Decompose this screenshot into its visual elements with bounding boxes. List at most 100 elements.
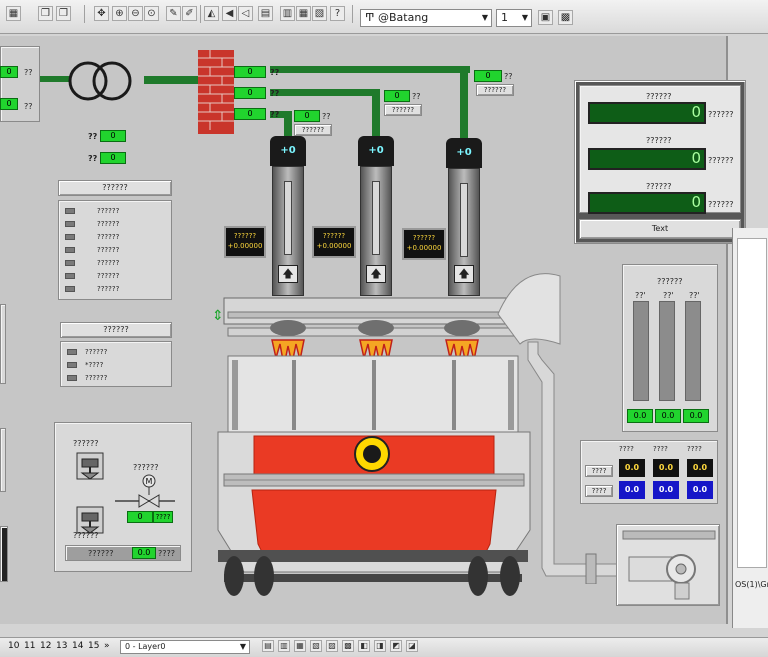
pump-icon bbox=[622, 530, 716, 600]
list-item[interactable]: *???? bbox=[67, 361, 103, 369]
line-style-icon[interactable]: ▣ bbox=[538, 10, 553, 25]
draw-icon[interactable]: ✎ bbox=[166, 6, 181, 21]
align-icon[interactable]: ◪ bbox=[406, 640, 418, 652]
align-icon[interactable]: ▥ bbox=[278, 640, 290, 652]
electrode-column: 🡅 bbox=[448, 168, 480, 296]
align-icon[interactable]: ◧ bbox=[358, 640, 370, 652]
tag-label-1: ?? bbox=[322, 112, 331, 121]
level-bar-3 bbox=[685, 301, 701, 401]
page-tab[interactable]: 12 bbox=[40, 641, 51, 651]
value-table: ???? ???? ???? ???? ???? 0.0 0.0 0.0 0.0… bbox=[580, 440, 718, 504]
list-item[interactable]: ?????? bbox=[67, 348, 107, 356]
table-cell: 0.0 bbox=[687, 459, 713, 477]
electrode-value: +0.00000 bbox=[316, 242, 352, 250]
align-icon[interactable]: ▧ bbox=[310, 640, 322, 652]
layer-select[interactable]: 0 - Layer0 ▼ bbox=[120, 640, 250, 654]
feed-value-1: 0 bbox=[234, 66, 266, 78]
feed-value-3: 0 bbox=[234, 108, 266, 120]
table-icon[interactable]: ▥ bbox=[280, 6, 295, 21]
electrode-reading-3: +0 bbox=[446, 138, 482, 168]
page-tab[interactable]: 10 bbox=[8, 641, 19, 651]
list-item[interactable]: ?????? bbox=[65, 259, 119, 267]
brick-wall-icon bbox=[198, 50, 234, 134]
table-header-2: ???? bbox=[653, 445, 668, 453]
electrode-column: 🡅 bbox=[272, 166, 304, 296]
align-icon[interactable]: ▤ bbox=[262, 640, 274, 652]
meter-unit-1: ?????? bbox=[708, 110, 734, 119]
ungroup-icon[interactable]: ❐ bbox=[56, 6, 71, 21]
electrode-reading-1: +0 bbox=[270, 136, 306, 166]
zoom-in-icon[interactable]: ⊕ bbox=[112, 6, 127, 21]
align-icon[interactable]: ◨ bbox=[374, 640, 386, 652]
zoom-out-icon[interactable]: ⊖ bbox=[128, 6, 143, 21]
list-item[interactable]: ?????? bbox=[65, 246, 119, 254]
list-item[interactable]: ?????? bbox=[65, 207, 119, 215]
pump-panel bbox=[616, 524, 720, 606]
align-icon[interactable]: ◩ bbox=[390, 640, 402, 652]
up-arrow-button[interactable]: 🡅 bbox=[278, 265, 298, 283]
tree-view[interactable] bbox=[737, 238, 767, 568]
motor-symbol: M bbox=[146, 477, 153, 486]
left-edge-stub-2 bbox=[0, 428, 6, 492]
pair-label-2: ?? bbox=[88, 154, 98, 163]
page-tab[interactable]: 15 bbox=[88, 641, 99, 651]
valve-bottom-bar: ?????? 0.0 ???? bbox=[65, 545, 181, 561]
font-select[interactable]: Ͳ @Batang ▼ bbox=[360, 9, 492, 27]
grid-icon[interactable]: ▦ bbox=[296, 6, 311, 21]
tag-label-2: ?? bbox=[412, 92, 421, 101]
arrow-right-icon[interactable]: ◁ bbox=[238, 6, 253, 21]
electrode-label: ?????? bbox=[322, 232, 346, 240]
tag-box-2: ?????? bbox=[384, 104, 422, 116]
list-item[interactable]: ?????? bbox=[65, 272, 119, 280]
zoom-fit-icon[interactable]: ⊙ bbox=[144, 6, 159, 21]
valve-bottom-label: ?????? bbox=[88, 549, 114, 558]
electrode-1: +0 🡅 bbox=[270, 136, 306, 302]
tool-icon[interactable]: ✐ bbox=[182, 6, 197, 21]
pair-value-1: 0 bbox=[100, 130, 126, 142]
arrow-left-icon[interactable]: ◀ bbox=[222, 6, 237, 21]
page-tab[interactable]: 13 bbox=[56, 641, 67, 651]
bar-panel: ?????? ??' ??' ??' 0.0 0.0 0.0 bbox=[622, 264, 718, 432]
valve-panel: ?????? ?????? M 0 ???? ?????? ?????? 0.0… bbox=[54, 422, 192, 572]
properties-icon[interactable]: ▧ bbox=[312, 6, 327, 21]
feed-label-2: ?? bbox=[270, 89, 280, 98]
electrode-value: +0.00000 bbox=[227, 242, 263, 250]
text-button[interactable]: Text bbox=[579, 219, 741, 239]
up-arrow-button[interactable]: 🡅 bbox=[366, 265, 386, 283]
layer-icon[interactable]: ▤ bbox=[258, 6, 273, 21]
level-bar-1 bbox=[633, 301, 649, 401]
up-arrow-button[interactable]: 🡅 bbox=[454, 265, 474, 283]
electrode-2: +0 🡅 bbox=[358, 136, 394, 302]
size-select[interactable]: 1 ▼ bbox=[496, 9, 532, 27]
help-icon[interactable]: ? bbox=[330, 6, 345, 21]
tag-value-1: 0 bbox=[294, 110, 320, 122]
electrode-reading-2: +0 bbox=[358, 136, 394, 166]
chevron-right-icon[interactable]: » bbox=[104, 641, 110, 651]
align-icon[interactable]: ▩ bbox=[342, 640, 354, 652]
list-item[interactable]: ?????? bbox=[65, 285, 119, 293]
triangle-icon[interactable]: ◭ bbox=[204, 6, 219, 21]
transformer-icon bbox=[68, 61, 132, 101]
electrode-label: ?????? bbox=[233, 232, 257, 240]
fill-style-icon[interactable]: ▩ bbox=[558, 10, 573, 25]
left-edge-stub-1 bbox=[0, 304, 6, 384]
table-cell: 0.0 bbox=[619, 459, 645, 477]
valve-bottom-value: 0.0 bbox=[132, 547, 156, 559]
align-icon[interactable]: ▨ bbox=[326, 640, 338, 652]
list-item[interactable]: ?????? bbox=[65, 233, 119, 241]
tag-box-3: ?????? bbox=[476, 84, 514, 96]
meter-title-3: ?????? bbox=[646, 182, 672, 191]
list-item[interactable]: ?????? bbox=[65, 220, 119, 228]
pointer-icon[interactable]: ▦ bbox=[6, 6, 21, 21]
align-icon[interactable]: ▦ bbox=[294, 640, 306, 652]
tag-value-3: 0 bbox=[474, 70, 502, 82]
meter-unit-2: ?????? bbox=[708, 156, 734, 165]
table-header-3: ???? bbox=[687, 445, 702, 453]
move-icon[interactable]: ✥ bbox=[94, 6, 109, 21]
list-item[interactable]: ?????? bbox=[67, 374, 107, 382]
page-tab[interactable]: 14 bbox=[72, 641, 83, 651]
left-value-2: 0 bbox=[0, 98, 18, 110]
page-tab[interactable]: 11 bbox=[24, 641, 35, 651]
group-icon[interactable]: ❒ bbox=[38, 6, 53, 21]
dock-path: OS(1)\Gr bbox=[735, 580, 768, 589]
